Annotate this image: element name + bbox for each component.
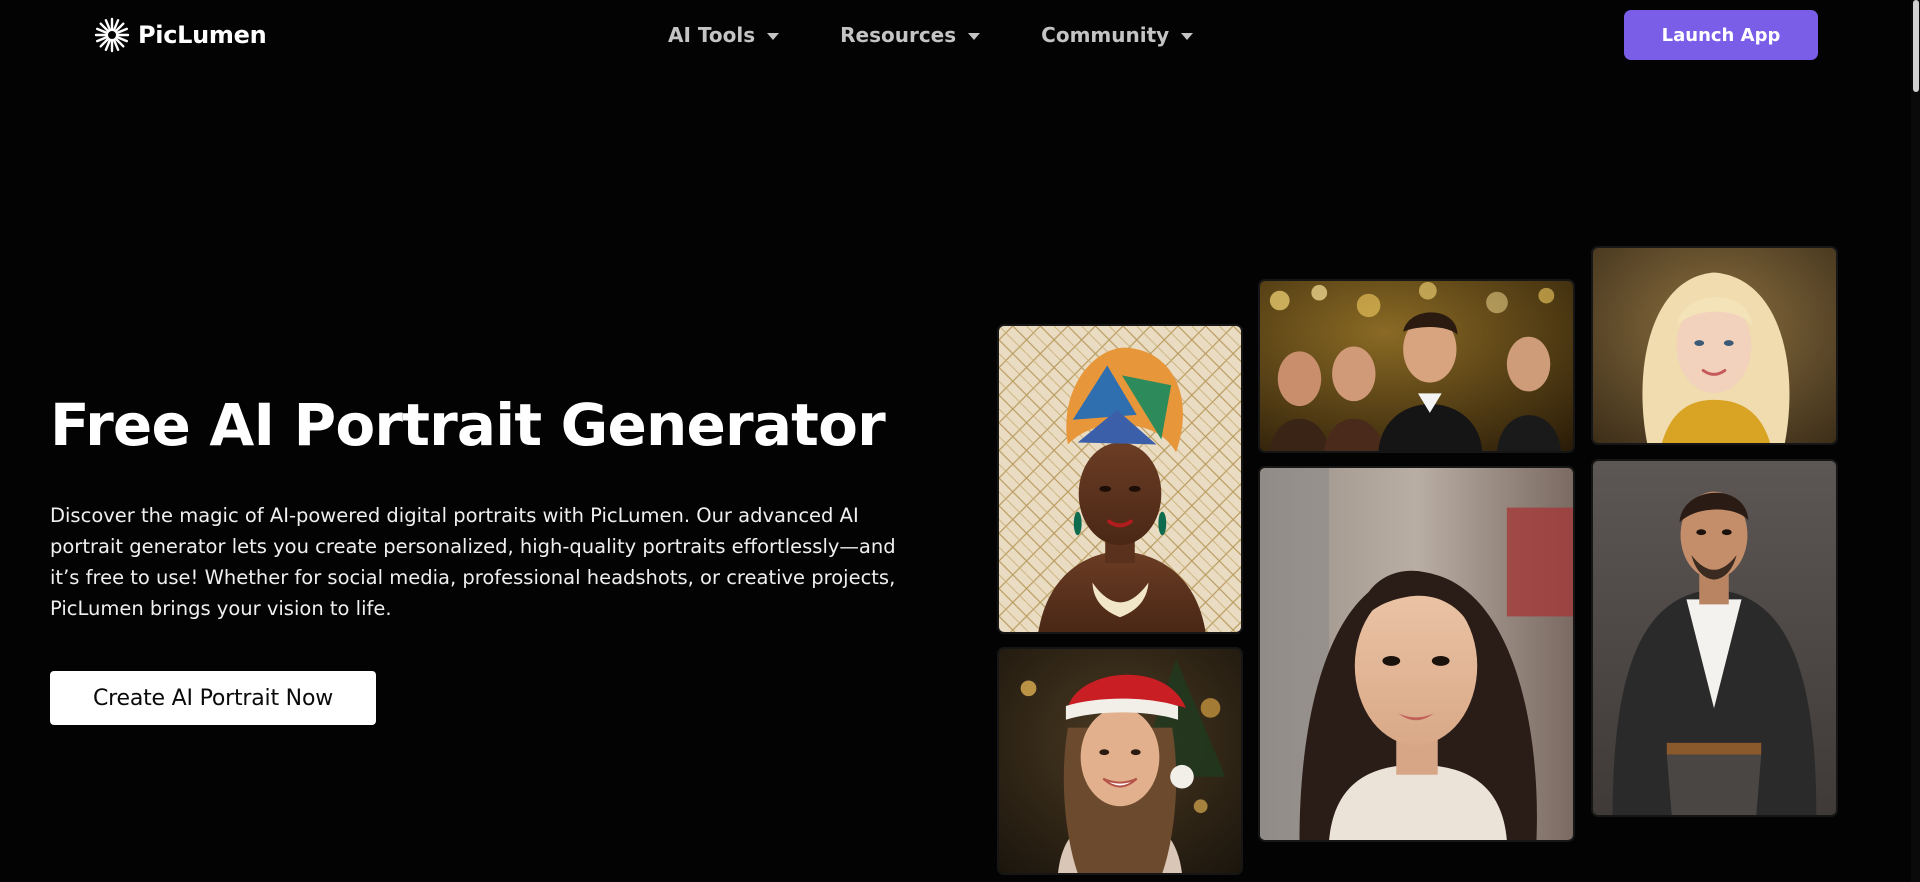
portrait-image [997, 324, 1243, 634]
main-nav: AI Tools Resources Community [668, 18, 1194, 52]
portrait-image [1591, 246, 1838, 445]
page-scrollbar[interactable] [1911, 0, 1920, 882]
nav-community[interactable]: Community [1041, 23, 1194, 47]
hero-description-line: Discover the magic of AI-powered digital… [50, 504, 859, 527]
caret-down-icon [968, 32, 981, 40]
logo-link[interactable]: PicLumen [94, 16, 267, 54]
portrait-image [1258, 279, 1575, 453]
create-portrait-button[interactable]: Create AI Portrait Now [50, 671, 376, 725]
portrait-image [1591, 459, 1838, 817]
site-header: PicLumen AI Tools Resources Community La… [0, 0, 1920, 70]
nav-ai-tools[interactable]: AI Tools [668, 23, 780, 47]
nav-community-label: Community [1041, 23, 1170, 47]
caret-down-icon [767, 32, 780, 40]
nav-resources[interactable]: Resources [840, 23, 981, 47]
nav-ai-tools-label: AI Tools [668, 23, 756, 47]
page-title: Free AI Portrait Generator [50, 391, 886, 459]
scrollbar-thumb[interactable] [1913, 0, 1919, 92]
portrait-image [997, 647, 1243, 875]
nav-resources-label: Resources [840, 23, 957, 47]
hero-description: Discover the magic of AI-powered digital… [50, 500, 950, 624]
logo-text: PicLumen [138, 21, 267, 49]
launch-app-button[interactable]: Launch App [1624, 10, 1818, 60]
hero-description-line: PicLumen brings your vision to life. [50, 597, 392, 620]
portrait-image [1258, 466, 1575, 842]
hero-description-line: portrait generator lets you create perso… [50, 535, 896, 558]
caret-down-icon [1181, 32, 1194, 40]
page: PicLumen AI Tools Resources Community La… [0, 0, 1920, 882]
hero-description-line: it’s free to use! Whether for social med… [50, 566, 896, 589]
sunburst-icon [94, 17, 130, 53]
